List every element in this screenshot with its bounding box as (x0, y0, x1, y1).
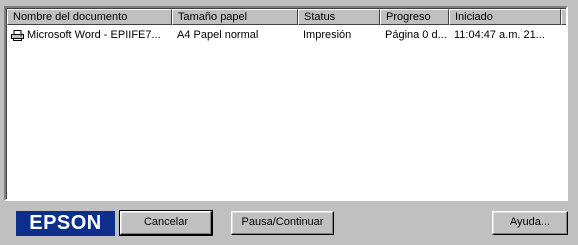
cancel-button[interactable]: Cancelar (119, 210, 213, 236)
started-cell: 11:04:47 a.m. 21... (454, 29, 545, 41)
progress-cell: Página 0 d... (385, 29, 447, 41)
column-header-progress[interactable]: Progreso (380, 9, 449, 25)
pause-resume-button[interactable]: Pausa/Continuar (231, 211, 334, 235)
list-header: Nombre del documento Tamaño papel Status… (7, 9, 566, 25)
button-bar: EPSON Cancelar Pausa/Continuar Ayuda... (4, 205, 568, 239)
print-queue-list[interactable]: Nombre del documento Tamaño papel Status… (4, 6, 568, 201)
paper-size-cell: A4 Papel normal (177, 29, 259, 41)
document-name: Microsoft Word - EPIIFE7... (27, 29, 161, 41)
printer-icon (11, 29, 24, 41)
table-row[interactable]: Microsoft Word - EPIIFE7... A4 Papel nor… (7, 27, 561, 43)
column-header-spacer (561, 9, 566, 25)
print-monitor-window: Nombre del documento Tamaño papel Status… (0, 0, 578, 245)
column-header-document[interactable]: Nombre del documento (7, 9, 172, 25)
epson-logo: EPSON (16, 211, 115, 236)
column-header-paper-size[interactable]: Tamaño papel (172, 9, 298, 25)
column-header-started[interactable]: Iniciado (449, 9, 561, 25)
document-cell: Microsoft Word - EPIIFE7... (7, 29, 172, 41)
column-header-status[interactable]: Status (298, 9, 380, 25)
help-button[interactable]: Ayuda... (492, 211, 568, 235)
status-cell: Impresión (303, 29, 352, 41)
